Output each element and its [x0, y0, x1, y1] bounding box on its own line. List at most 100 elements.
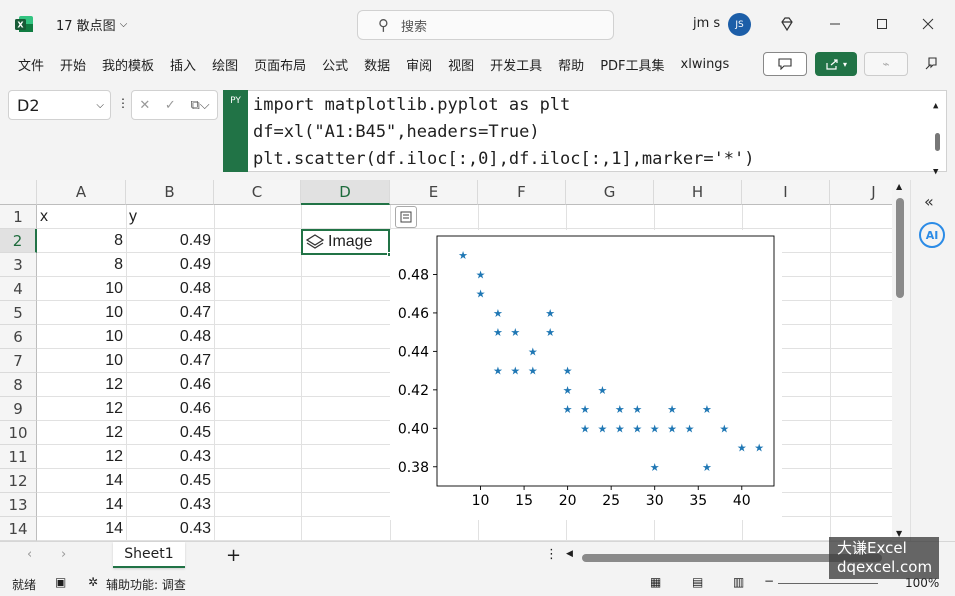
add-sheet-icon[interactable]: + [226, 545, 241, 566]
confirm-icon[interactable]: ✓ [165, 98, 176, 113]
row-header-4[interactable]: 4 [0, 277, 37, 301]
next-sheet-icon[interactable]: › [61, 547, 66, 562]
zoom-out-icon[interactable]: − [764, 574, 774, 588]
menu-xlwings[interactable]: xlwings [673, 48, 738, 80]
more-options-icon[interactable]: ⋮ [117, 96, 129, 110]
cell-a14[interactable]: 14 [37, 517, 126, 541]
collapse-panel-icon[interactable]: « [924, 192, 934, 211]
cell-a7[interactable]: 10 [37, 349, 126, 373]
row-header-13[interactable]: 13 [0, 493, 37, 517]
column-header-f[interactable]: F [478, 180, 566, 205]
row-header-6[interactable]: 6 [0, 325, 37, 349]
row-header-12[interactable]: 12 [0, 469, 37, 493]
menu-file[interactable]: 文件 [10, 48, 52, 80]
cell-a13[interactable]: 14 [37, 493, 126, 517]
cell-a3[interactable]: 8 [37, 253, 126, 277]
row-header-11[interactable]: 11 [0, 445, 37, 469]
cell-a10[interactable]: 12 [37, 421, 126, 445]
row-header-14[interactable]: 14 [0, 517, 37, 541]
user-name[interactable]: jm s [693, 16, 720, 31]
vertical-scroll-thumb[interactable] [896, 198, 904, 298]
row-header-3[interactable]: 3 [0, 253, 37, 277]
share-button[interactable]: ▾ [815, 52, 857, 76]
catch-up-button[interactable]: ⌁ [864, 52, 908, 76]
search-box[interactable]: ⚲ 搜索 [357, 10, 614, 40]
name-box[interactable]: D2 ⌵ [8, 90, 111, 120]
column-header-c[interactable]: C [214, 180, 301, 205]
scroll-left-icon[interactable]: ◀ [566, 549, 573, 559]
column-header-e[interactable]: E [390, 180, 478, 205]
diamond-icon[interactable] [777, 14, 797, 34]
cell-a6[interactable]: 10 [37, 325, 126, 349]
cell-b2[interactable]: 0.49 [126, 229, 214, 253]
menu-data[interactable]: 数据 [356, 48, 398, 80]
cell-b7[interactable]: 0.47 [126, 349, 214, 373]
sheet-tab[interactable]: Sheet1 [113, 542, 185, 568]
menu-my-templates[interactable]: 我的模板 [94, 48, 162, 80]
cell-a8[interactable]: 12 [37, 373, 126, 397]
column-header-g[interactable]: G [566, 180, 654, 205]
avatar[interactable]: JS [728, 13, 751, 36]
cell-a11[interactable]: 12 [37, 445, 126, 469]
menu-insert[interactable]: 插入 [162, 48, 204, 80]
maximize-icon[interactable] [872, 14, 892, 34]
cell-b3[interactable]: 0.49 [126, 253, 214, 277]
menu-draw[interactable]: 绘图 [204, 48, 246, 80]
document-title[interactable]: 17 散点图 ⌵ [56, 15, 127, 34]
more-icon[interactable]: ⋮ [545, 547, 558, 562]
macro-record-icon[interactable]: ▣ [55, 575, 66, 589]
python-output-icon[interactable]: ⧉⌵ [190, 98, 209, 113]
zoom-slider[interactable] [778, 583, 878, 584]
cell-b11[interactable]: 0.43 [126, 445, 214, 469]
scroll-up-icon[interactable]: ▲ [896, 182, 902, 191]
cell-b5[interactable]: 0.47 [126, 301, 214, 325]
row-header-8[interactable]: 8 [0, 373, 37, 397]
cell-b8[interactable]: 0.46 [126, 373, 214, 397]
menu-developer[interactable]: 开发工具 [482, 48, 550, 80]
vertical-scrollbar[interactable]: ▲ ▼ [892, 180, 908, 541]
menu-help[interactable]: 帮助 [550, 48, 592, 80]
column-header-i[interactable]: I [742, 180, 830, 205]
close-icon[interactable] [918, 14, 938, 34]
row-header-7[interactable]: 7 [0, 349, 37, 373]
row-header-9[interactable]: 9 [0, 397, 37, 421]
column-header-b[interactable]: B [126, 180, 214, 205]
cell-a1[interactable]: x [37, 205, 126, 229]
page-break-icon[interactable]: ▥ [733, 575, 744, 589]
worksheet-grid[interactable]: A B C D E F G H I J 1 2 3 4 5 6 7 8 9 10 11 12 13 14 … [0, 180, 892, 541]
row-header-2[interactable]: 2 [0, 229, 37, 253]
normal-view-icon[interactable]: ▦ [650, 575, 661, 589]
column-header-a[interactable]: A [37, 180, 126, 205]
menu-page-layout[interactable]: 页面布局 [246, 48, 314, 80]
cell-a12[interactable]: 14 [37, 469, 126, 493]
cell-b9[interactable]: 0.46 [126, 397, 214, 421]
menu-view[interactable]: 视图 [440, 48, 482, 80]
row-header-5[interactable]: 5 [0, 301, 37, 325]
select-all-corner[interactable] [0, 180, 37, 205]
page-layout-icon[interactable]: ▤ [692, 575, 703, 589]
formula-scroll-thumb[interactable] [935, 133, 940, 151]
cell-b6[interactable]: 0.48 [126, 325, 214, 349]
formula-scrollbar[interactable]: ▲ ▼ [930, 91, 946, 177]
cancel-icon[interactable]: ✕ [139, 98, 150, 113]
row-header-10[interactable]: 10 [0, 421, 37, 445]
cell-a9[interactable]: 12 [37, 397, 126, 421]
accessibility-icon[interactable]: ✲ [88, 575, 98, 589]
comments-button[interactable] [763, 52, 807, 76]
cell-b4[interactable]: 0.48 [126, 277, 214, 301]
cell-b14[interactable]: 0.43 [126, 517, 214, 541]
prev-sheet-icon[interactable]: ‹ [27, 547, 32, 562]
row-header-1[interactable]: 1 [0, 205, 37, 229]
scatter-chart[interactable]: 10 15 20 25 30 35 40 0.38 0.40 0.42 0.44 0.46 0.48 ★ ★… [390, 230, 782, 520]
ai-assistant-icon[interactable]: AI [919, 222, 945, 248]
menu-home[interactable]: 开始 [52, 48, 94, 80]
column-header-d[interactable]: D [301, 180, 390, 205]
menu-review[interactable]: 审阅 [398, 48, 440, 80]
selected-cell-d2[interactable]: Image [301, 229, 390, 255]
menu-formulas[interactable]: 公式 [314, 48, 356, 80]
card-view-icon[interactable] [395, 206, 417, 228]
cell-a2[interactable]: 8 [37, 229, 126, 253]
minimize-icon[interactable] [825, 14, 845, 34]
column-header-j[interactable]: J [830, 180, 892, 205]
menu-pdf-tools[interactable]: PDF工具集 [592, 48, 672, 80]
